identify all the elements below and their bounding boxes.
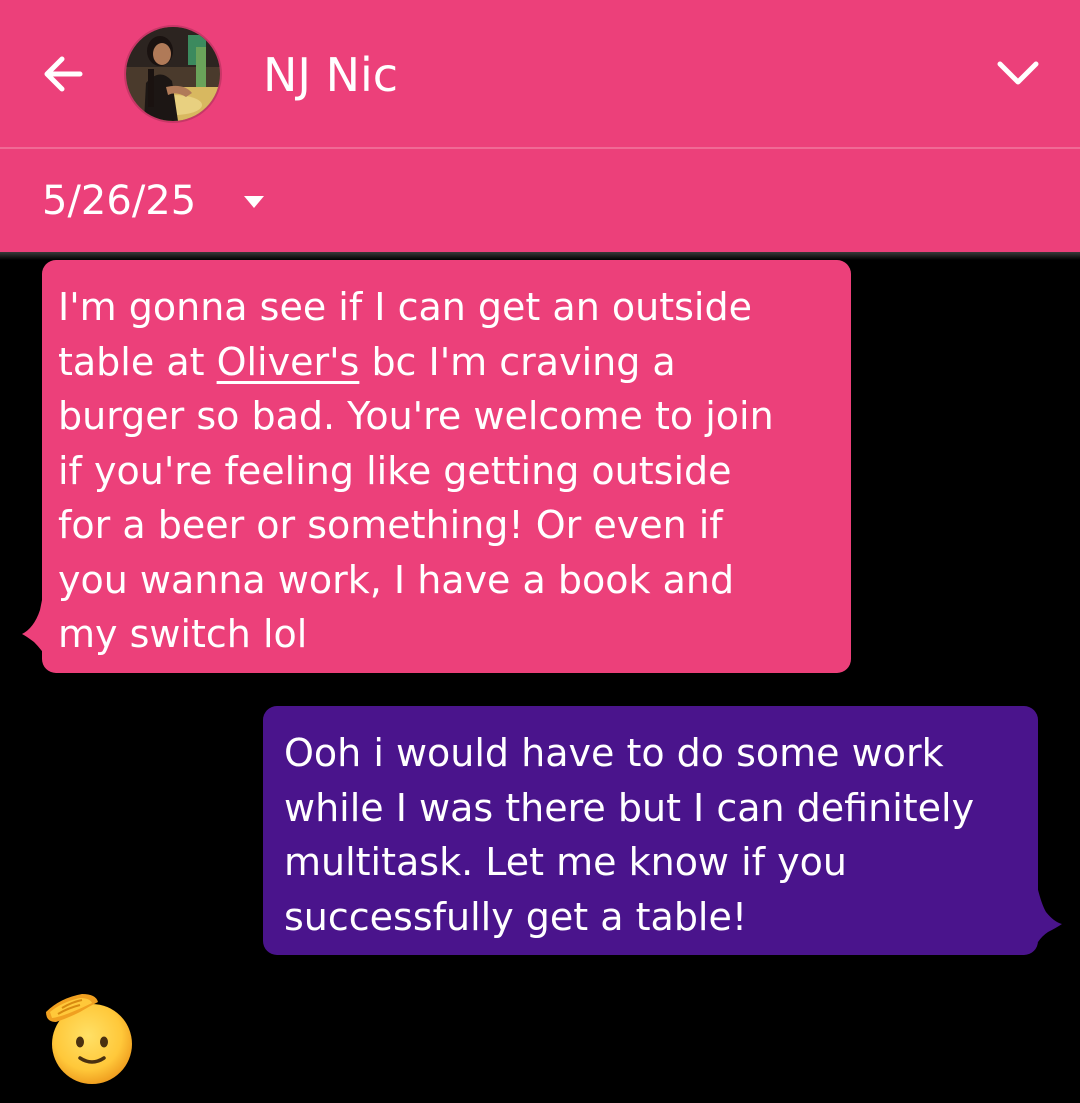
message-line: for a beer or something! Or even if <box>58 503 723 547</box>
message-line: while I was there but I can definitely <box>284 785 975 830</box>
date-filter-bar[interactable]: 5/26/25 <box>0 149 1080 252</box>
conversation-screen: NJ Nic 5/26/25 I'm gonna see if I can ge… <box>0 0 1080 1103</box>
message-line: you wanna work, I have a book and <box>58 557 735 602</box>
outgoing-message-bubble[interactable]: Ooh i would have to do some work while I… <box>263 706 1038 955</box>
place-link[interactable]: Oliver's <box>217 340 360 384</box>
message-line: multitask. Let me know if you <box>284 840 847 884</box>
message-line: burger so bad. You're welcome to join <box>58 394 774 438</box>
message-line: I'm gonna see if I can get an outside <box>58 285 752 329</box>
dropdown-caret-icon[interactable] <box>243 195 265 209</box>
message-line: Ooh i would have to do some work <box>284 731 944 775</box>
conversation-header: NJ Nic <box>0 0 1080 147</box>
incoming-message-bubble[interactable]: I'm gonna see if I can get an outside ta… <box>42 260 851 673</box>
header-shadow <box>0 252 1080 260</box>
contact-name[interactable]: NJ Nic <box>263 47 398 103</box>
message-line: my switch lol <box>58 612 308 656</box>
contact-avatar[interactable] <box>126 27 220 121</box>
message-line: table at Oliver's bc I'm craving a <box>58 339 676 384</box>
saluting-face-emoji[interactable] <box>40 990 136 1086</box>
message-line: successfully get a table! <box>284 894 748 939</box>
chevron-down-icon[interactable] <box>990 50 1046 98</box>
date-label[interactable]: 5/26/25 <box>42 177 196 225</box>
message-line: if you're feeling like getting outside <box>58 448 732 493</box>
arrow-back-icon[interactable] <box>36 46 92 102</box>
